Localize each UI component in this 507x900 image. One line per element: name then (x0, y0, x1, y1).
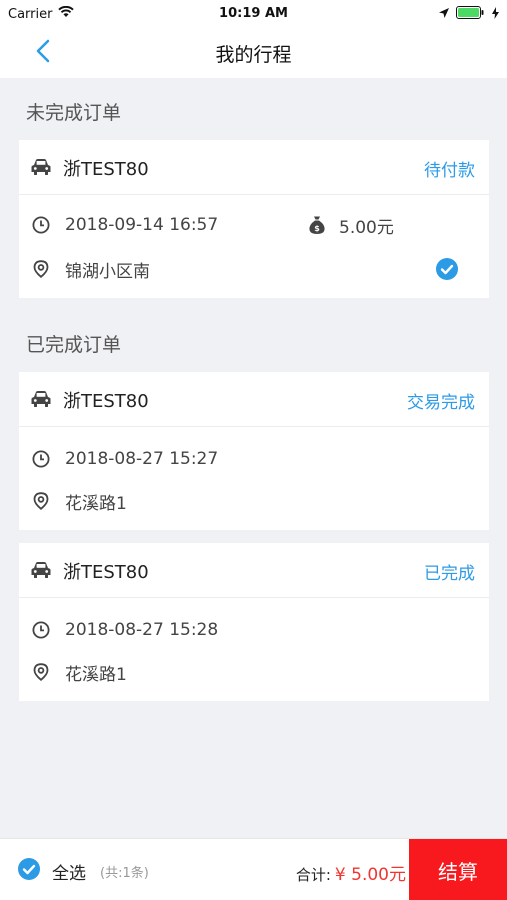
select-all-label: 全选 (52, 863, 86, 884)
plate-number: 浙TEST80 (63, 391, 149, 412)
clock-icon (31, 620, 51, 640)
order-datetime-row: 2018-08-27 15:27 (31, 446, 218, 472)
section-title-unfinished: 未完成订单 (26, 102, 122, 124)
order-card[interactable]: 浙TEST80 交易完成 2018-08-27 15:27 花溪路1 (19, 372, 489, 530)
order-datetime: 2018-08-27 15:28 (65, 620, 219, 640)
car-icon (31, 390, 51, 412)
clock-icon (31, 449, 51, 469)
order-header: 浙TEST80 待付款 (19, 140, 489, 195)
car-icon (31, 158, 51, 180)
order-datetime: 2018-09-14 16:57 (65, 215, 219, 235)
order-location: 锦湖小区南 (65, 261, 150, 282)
page-title: 我的行程 (215, 44, 292, 66)
order-location: 花溪路1 (65, 664, 127, 685)
check-circle-icon[interactable] (436, 258, 458, 280)
location-arrow-icon (438, 7, 450, 23)
select-all-toggle[interactable]: 全选 (共:1条) (18, 858, 149, 884)
order-location: 花溪路1 (65, 493, 127, 514)
location-pin-icon (31, 491, 51, 511)
money-bag-icon: $ (307, 215, 327, 235)
check-circle-icon (18, 858, 40, 884)
section-title-finished: 已完成订单 (26, 334, 122, 356)
order-amount: 5.00元 (339, 217, 394, 238)
order-location-row: 锦湖小区南 (31, 256, 150, 282)
order-card[interactable]: 浙TEST80 待付款 2018-09-14 16:57 $ 5.00元 锦湖小… (19, 140, 489, 298)
status-indicators (438, 6, 499, 23)
checkout-button[interactable]: 结算 (409, 839, 507, 900)
order-header: 浙TEST80 交易完成 (19, 372, 489, 427)
order-header: 浙TEST80 已完成 (19, 543, 489, 598)
nav-bar: 我的行程 (0, 28, 507, 78)
plate-number: 浙TEST80 (63, 159, 149, 180)
order-amount-row: $ 5.00元 (307, 212, 394, 238)
svg-text:$: $ (314, 224, 320, 233)
car-icon (31, 561, 51, 583)
order-datetime-row: 2018-08-27 15:28 (31, 617, 218, 643)
battery-icon (456, 6, 486, 23)
order-status: 待付款 (424, 161, 475, 181)
location-pin-icon (31, 259, 51, 279)
order-location-row: 花溪路1 (31, 659, 127, 685)
order-datetime: 2018-08-27 15:27 (65, 449, 219, 469)
bottom-bar: 全选 (共:1条) 合计: ¥ 5.00元 结算 (0, 838, 507, 900)
plate-number: 浙TEST80 (63, 562, 149, 583)
total-amount: 合计: ¥ 5.00元 (296, 860, 406, 885)
total-label: 合计: (295, 866, 331, 884)
clock-icon (31, 215, 51, 235)
order-card[interactable]: 浙TEST80 已完成 2018-08-27 15:28 花溪路1 (19, 543, 489, 701)
location-pin-icon (31, 662, 51, 682)
clock-time: 10:19 AM (219, 6, 288, 21)
status-bar: Carrier 10:19 AM (0, 0, 507, 28)
order-status: 交易完成 (407, 393, 475, 413)
charging-icon (492, 6, 499, 23)
order-location-row: 花溪路1 (31, 488, 127, 514)
order-datetime-row: 2018-09-14 16:57 (31, 212, 218, 238)
order-status: 已完成 (424, 564, 475, 584)
total-value: ¥ 5.00元 (334, 865, 406, 885)
selected-count: (共:1条) (100, 865, 149, 881)
